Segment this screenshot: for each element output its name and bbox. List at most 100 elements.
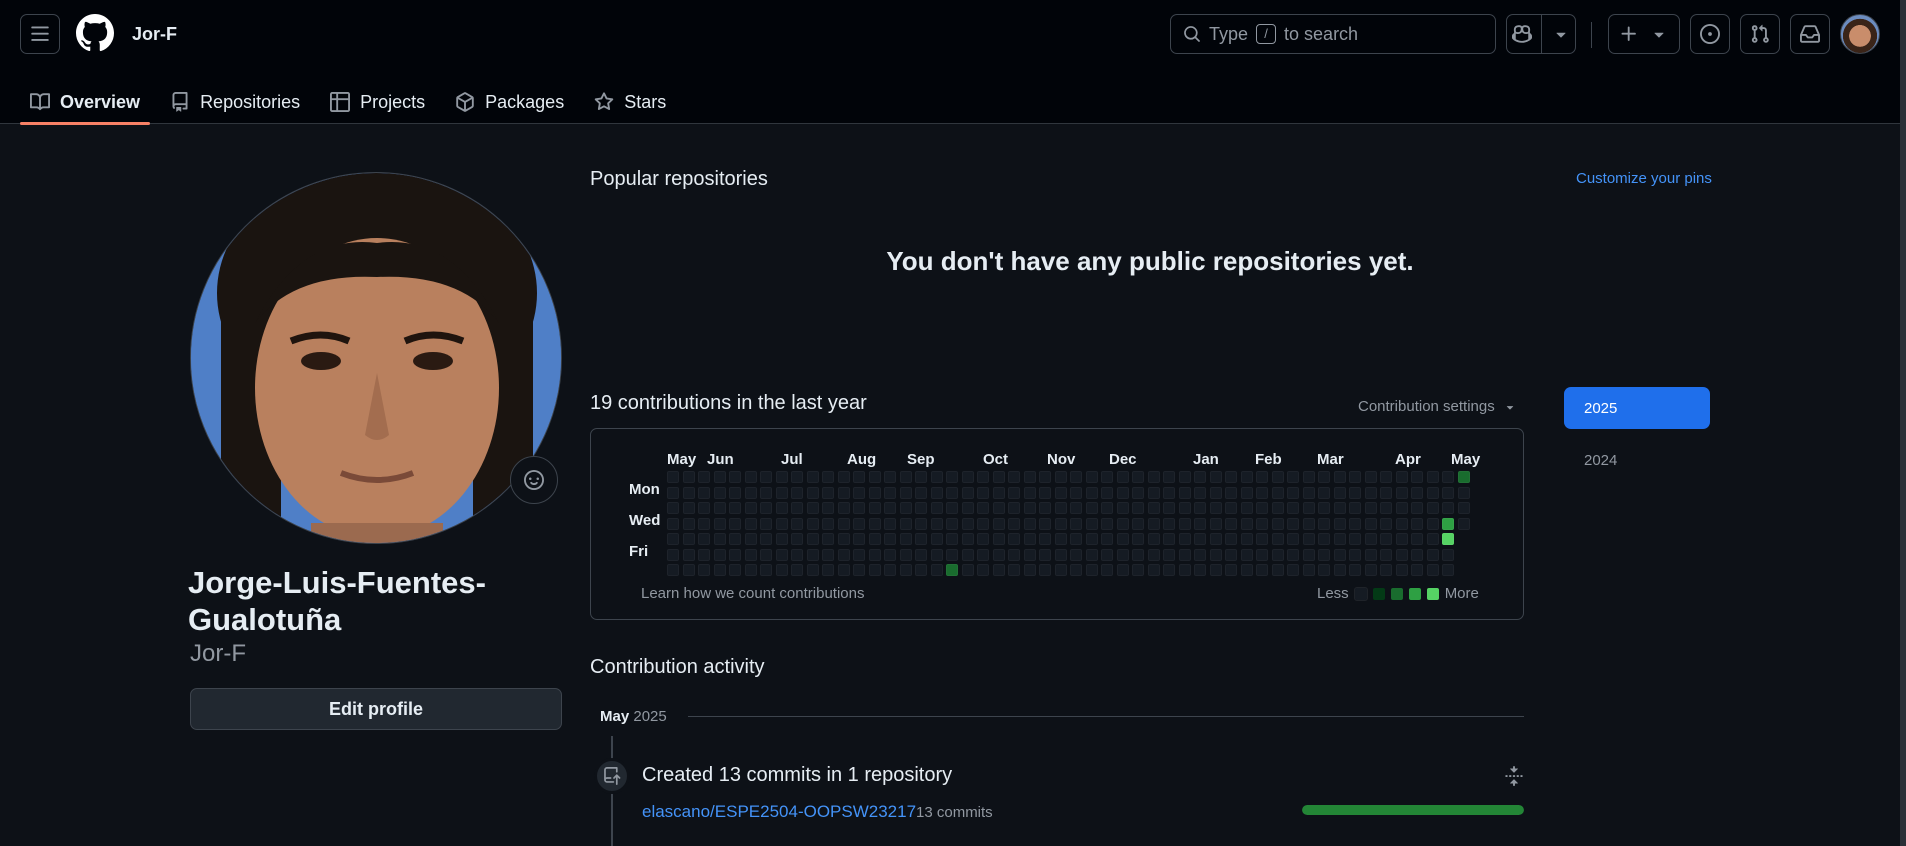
contribution-day[interactable] bbox=[915, 549, 927, 561]
customize-pins-link[interactable]: Customize your pins bbox=[1576, 170, 1712, 187]
contribution-day[interactable] bbox=[1318, 549, 1330, 561]
contribution-day[interactable] bbox=[1086, 502, 1098, 514]
contribution-day[interactable] bbox=[962, 564, 974, 576]
contribution-day[interactable] bbox=[822, 518, 834, 530]
contribution-day[interactable] bbox=[1210, 518, 1222, 530]
contribution-day[interactable] bbox=[1070, 564, 1082, 576]
contribution-day[interactable] bbox=[1055, 471, 1067, 483]
contribution-day[interactable] bbox=[993, 549, 1005, 561]
contribution-day[interactable] bbox=[683, 533, 695, 545]
contribution-day[interactable] bbox=[977, 502, 989, 514]
contribution-day[interactable] bbox=[1117, 518, 1129, 530]
contribution-day[interactable] bbox=[1039, 564, 1051, 576]
contribution-day[interactable] bbox=[1163, 549, 1175, 561]
contribution-day[interactable] bbox=[1318, 518, 1330, 530]
contribution-day[interactable] bbox=[807, 533, 819, 545]
contribution-day[interactable] bbox=[1163, 487, 1175, 499]
contribution-day[interactable] bbox=[1132, 471, 1144, 483]
contribution-day[interactable] bbox=[1256, 518, 1268, 530]
page-scrollbar[interactable] bbox=[1900, 0, 1906, 846]
contribution-day[interactable] bbox=[884, 502, 896, 514]
contribution-day[interactable] bbox=[807, 564, 819, 576]
contribution-day[interactable] bbox=[869, 502, 881, 514]
search-input[interactable]: Type / to search bbox=[1170, 14, 1496, 54]
contribution-day[interactable] bbox=[667, 487, 679, 499]
contribution-day[interactable] bbox=[1256, 564, 1268, 576]
contribution-day[interactable] bbox=[776, 518, 788, 530]
contribution-day[interactable] bbox=[1272, 564, 1284, 576]
contribution-day[interactable] bbox=[776, 471, 788, 483]
contribution-day[interactable] bbox=[1334, 502, 1346, 514]
contribution-day[interactable] bbox=[1086, 549, 1098, 561]
contribution-day[interactable] bbox=[1396, 564, 1408, 576]
contribution-day[interactable] bbox=[1194, 502, 1206, 514]
issues-button[interactable] bbox=[1690, 14, 1730, 54]
contribution-day[interactable] bbox=[884, 564, 896, 576]
contribution-day[interactable] bbox=[698, 471, 710, 483]
pull-requests-button[interactable] bbox=[1740, 14, 1780, 54]
contribution-day[interactable] bbox=[1427, 533, 1439, 545]
contribution-day[interactable] bbox=[1086, 487, 1098, 499]
contribution-day[interactable] bbox=[1055, 487, 1067, 499]
contribution-day[interactable] bbox=[1070, 533, 1082, 545]
contribution-day[interactable] bbox=[915, 518, 927, 530]
contribution-day[interactable] bbox=[962, 533, 974, 545]
inbox-button[interactable] bbox=[1790, 14, 1830, 54]
contribution-day[interactable] bbox=[1070, 502, 1082, 514]
contribution-day[interactable] bbox=[745, 533, 757, 545]
contribution-day[interactable] bbox=[1132, 564, 1144, 576]
contribution-day[interactable] bbox=[1349, 533, 1361, 545]
contribution-day[interactable] bbox=[1411, 487, 1423, 499]
contribution-day[interactable] bbox=[1148, 502, 1160, 514]
contribution-day[interactable] bbox=[729, 502, 741, 514]
contribution-day[interactable] bbox=[1411, 471, 1423, 483]
contribution-day[interactable] bbox=[1442, 471, 1454, 483]
contribution-day[interactable] bbox=[807, 549, 819, 561]
contribution-day[interactable] bbox=[1458, 518, 1470, 530]
contribution-day[interactable] bbox=[1365, 471, 1377, 483]
contribution-day[interactable] bbox=[838, 502, 850, 514]
contribution-day[interactable] bbox=[1225, 502, 1237, 514]
contribution-day[interactable] bbox=[915, 471, 927, 483]
contribution-day[interactable] bbox=[791, 549, 803, 561]
contribution-day[interactable] bbox=[1287, 502, 1299, 514]
contribution-day[interactable] bbox=[946, 487, 958, 499]
contribution-day[interactable] bbox=[791, 533, 803, 545]
contribution-day[interactable] bbox=[1055, 518, 1067, 530]
contribution-day[interactable] bbox=[1194, 518, 1206, 530]
contribution-day[interactable] bbox=[1303, 487, 1315, 499]
contribution-day[interactable] bbox=[1117, 502, 1129, 514]
contribution-day[interactable] bbox=[853, 564, 865, 576]
contribution-day[interactable] bbox=[1148, 533, 1160, 545]
contribution-day[interactable] bbox=[1241, 549, 1253, 561]
contribution-day[interactable] bbox=[822, 564, 834, 576]
contribution-day[interactable] bbox=[1427, 518, 1439, 530]
contribution-day[interactable] bbox=[962, 471, 974, 483]
contribution-day[interactable] bbox=[776, 487, 788, 499]
contribution-day[interactable] bbox=[1055, 502, 1067, 514]
contribution-day[interactable] bbox=[1349, 502, 1361, 514]
contribution-day[interactable] bbox=[1427, 564, 1439, 576]
contribution-day[interactable] bbox=[1303, 502, 1315, 514]
contribution-day[interactable] bbox=[1272, 487, 1284, 499]
contribution-day[interactable] bbox=[946, 471, 958, 483]
contribution-day[interactable] bbox=[1287, 533, 1299, 545]
contribution-day[interactable] bbox=[1024, 564, 1036, 576]
contribution-day[interactable] bbox=[931, 502, 943, 514]
contribution-day[interactable] bbox=[1334, 533, 1346, 545]
contribution-day[interactable] bbox=[729, 518, 741, 530]
contribution-day[interactable] bbox=[1163, 533, 1175, 545]
contribution-day[interactable] bbox=[1194, 471, 1206, 483]
contribution-day[interactable] bbox=[698, 533, 710, 545]
contribution-day[interactable] bbox=[869, 487, 881, 499]
contribution-day[interactable] bbox=[1442, 502, 1454, 514]
contribution-day[interactable] bbox=[1179, 502, 1191, 514]
contribution-day[interactable] bbox=[1411, 549, 1423, 561]
contribution-day[interactable] bbox=[838, 533, 850, 545]
contribution-day[interactable] bbox=[869, 549, 881, 561]
contribution-day[interactable] bbox=[1303, 549, 1315, 561]
contribution-day[interactable] bbox=[1179, 564, 1191, 576]
contribution-day[interactable] bbox=[946, 564, 958, 576]
contribution-day[interactable] bbox=[729, 549, 741, 561]
contribution-day[interactable] bbox=[667, 564, 679, 576]
